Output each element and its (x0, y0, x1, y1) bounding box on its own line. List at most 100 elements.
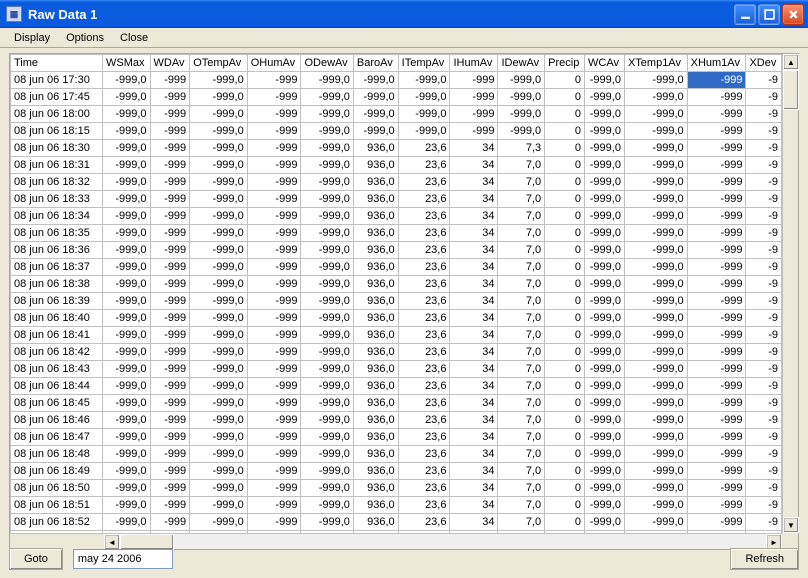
cell[interactable]: -999,0 (585, 157, 625, 174)
cell[interactable]: 23,6 (398, 327, 450, 344)
cell[interactable]: -999,0 (103, 191, 151, 208)
cell[interactable]: -999,0 (585, 310, 625, 327)
cell-time[interactable]: 08 jun 06 18:52 (11, 514, 103, 531)
cell[interactable]: 7,0 (498, 174, 545, 191)
column-header[interactable]: WCAv (585, 55, 625, 72)
cell[interactable]: 23,6 (398, 259, 450, 276)
cell[interactable]: -999,0 (624, 208, 687, 225)
cell[interactable]: 23,6 (398, 310, 450, 327)
cell[interactable]: 0 (545, 310, 585, 327)
cell[interactable]: -999 (687, 344, 746, 361)
cell[interactable]: -999,0 (301, 242, 353, 259)
cell[interactable]: -999,0 (103, 497, 151, 514)
cell[interactable]: -999,0 (190, 276, 248, 293)
cell[interactable]: -999 (150, 276, 190, 293)
cell[interactable]: 0 (545, 361, 585, 378)
cell[interactable]: -999,0 (190, 123, 248, 140)
cell[interactable]: -999 (150, 412, 190, 429)
column-header[interactable]: IHumAv (450, 55, 498, 72)
column-header[interactable]: WSMax (103, 55, 151, 72)
cell[interactable]: 7,0 (498, 361, 545, 378)
cell-time[interactable]: 08 jun 06 18:40 (11, 310, 103, 327)
cell[interactable]: 7,0 (498, 310, 545, 327)
cell[interactable]: -999 (687, 463, 746, 480)
cell[interactable]: -999,0 (103, 395, 151, 412)
column-header[interactable]: Time (11, 55, 103, 72)
cell[interactable]: 0 (545, 293, 585, 310)
table-row[interactable]: 08 jun 06 18:52-999,0-999-999,0-999-999,… (11, 514, 782, 531)
cell[interactable]: -999,0 (624, 191, 687, 208)
cell[interactable]: -999,0 (624, 174, 687, 191)
table-row[interactable]: 08 jun 06 18:15-999,0-999-999,0-999-999,… (11, 123, 782, 140)
refresh-button[interactable]: Refresh (730, 548, 799, 570)
cell[interactable]: 23,6 (398, 412, 450, 429)
table-row[interactable]: 08 jun 06 18:41-999,0-999-999,0-999-999,… (11, 327, 782, 344)
cell[interactable]: -999,0 (398, 89, 450, 106)
cell[interactable]: -999,0 (585, 123, 625, 140)
cell[interactable]: -999,0 (585, 480, 625, 497)
cell[interactable]: 936,0 (353, 514, 398, 531)
cell[interactable]: -999 (150, 378, 190, 395)
cell[interactable]: -999 (247, 106, 301, 123)
cell[interactable]: -999 (247, 89, 301, 106)
cell[interactable]: -999,0 (624, 429, 687, 446)
cell[interactable]: -999,0 (585, 276, 625, 293)
table-row[interactable]: 08 jun 06 18:47-999,0-999-999,0-999-999,… (11, 429, 782, 446)
cell[interactable]: 0 (545, 344, 585, 361)
cell[interactable]: -999,0 (301, 89, 353, 106)
cell[interactable]: -999 (687, 293, 746, 310)
cell[interactable]: -999,0 (301, 480, 353, 497)
cell[interactable]: -999,0 (190, 174, 248, 191)
cell[interactable]: -999 (687, 514, 746, 531)
cell[interactable]: -999,0 (624, 242, 687, 259)
cell[interactable]: -999 (450, 72, 498, 89)
cell[interactable]: 34 (450, 208, 498, 225)
cell[interactable]: -999,0 (190, 157, 248, 174)
cell[interactable]: 34 (450, 514, 498, 531)
cell[interactable]: -999,0 (103, 361, 151, 378)
cell[interactable]: 936,0 (353, 157, 398, 174)
cell[interactable]: 23,6 (398, 208, 450, 225)
cell[interactable]: -999 (247, 225, 301, 242)
cell[interactable]: 7,0 (498, 157, 545, 174)
cell[interactable]: -999,0 (103, 344, 151, 361)
cell[interactable]: 34 (450, 293, 498, 310)
cell[interactable]: -999,0 (301, 276, 353, 293)
table-row[interactable]: 08 jun 06 18:37-999,0-999-999,0-999-999,… (11, 259, 782, 276)
cell[interactable]: -999 (150, 106, 190, 123)
cell[interactable]: -999,0 (301, 106, 353, 123)
cell[interactable]: -999,0 (624, 344, 687, 361)
cell[interactable]: 936,0 (353, 225, 398, 242)
cell[interactable]: 936,0 (353, 480, 398, 497)
cell[interactable]: -999,0 (190, 395, 248, 412)
cell[interactable]: -999,0 (624, 140, 687, 157)
cell-time[interactable]: 08 jun 06 18:32 (11, 174, 103, 191)
cell[interactable]: 7,0 (498, 395, 545, 412)
cell-time[interactable]: 08 jun 06 18:46 (11, 412, 103, 429)
cell[interactable]: -999,0 (585, 106, 625, 123)
cell[interactable]: -999,0 (585, 72, 625, 89)
cell[interactable]: 936,0 (353, 497, 398, 514)
cell[interactable]: -999,0 (190, 72, 248, 89)
cell[interactable]: -9 (746, 259, 782, 276)
cell[interactable]: -999,0 (585, 208, 625, 225)
cell[interactable]: -999,0 (103, 310, 151, 327)
cell[interactable]: -999,0 (353, 123, 398, 140)
cell[interactable]: 7,3 (498, 140, 545, 157)
table-row[interactable]: 08 jun 06 18:44-999,0-999-999,0-999-999,… (11, 378, 782, 395)
cell[interactable]: -999,0 (301, 412, 353, 429)
cell[interactable]: 936,0 (353, 310, 398, 327)
cell[interactable]: -999 (150, 446, 190, 463)
cell[interactable]: 0 (545, 259, 585, 276)
cell[interactable]: -999,0 (301, 395, 353, 412)
cell[interactable]: -9 (746, 327, 782, 344)
cell[interactable]: -999 (450, 123, 498, 140)
cell-time[interactable]: 08 jun 06 18:38 (11, 276, 103, 293)
cell[interactable]: -999 (247, 259, 301, 276)
cell[interactable]: -999,0 (301, 225, 353, 242)
cell[interactable]: -999 (247, 344, 301, 361)
cell[interactable]: 23,6 (398, 463, 450, 480)
cell[interactable]: -999 (247, 276, 301, 293)
cell[interactable]: -999,0 (190, 463, 248, 480)
cell[interactable]: -999,0 (301, 378, 353, 395)
